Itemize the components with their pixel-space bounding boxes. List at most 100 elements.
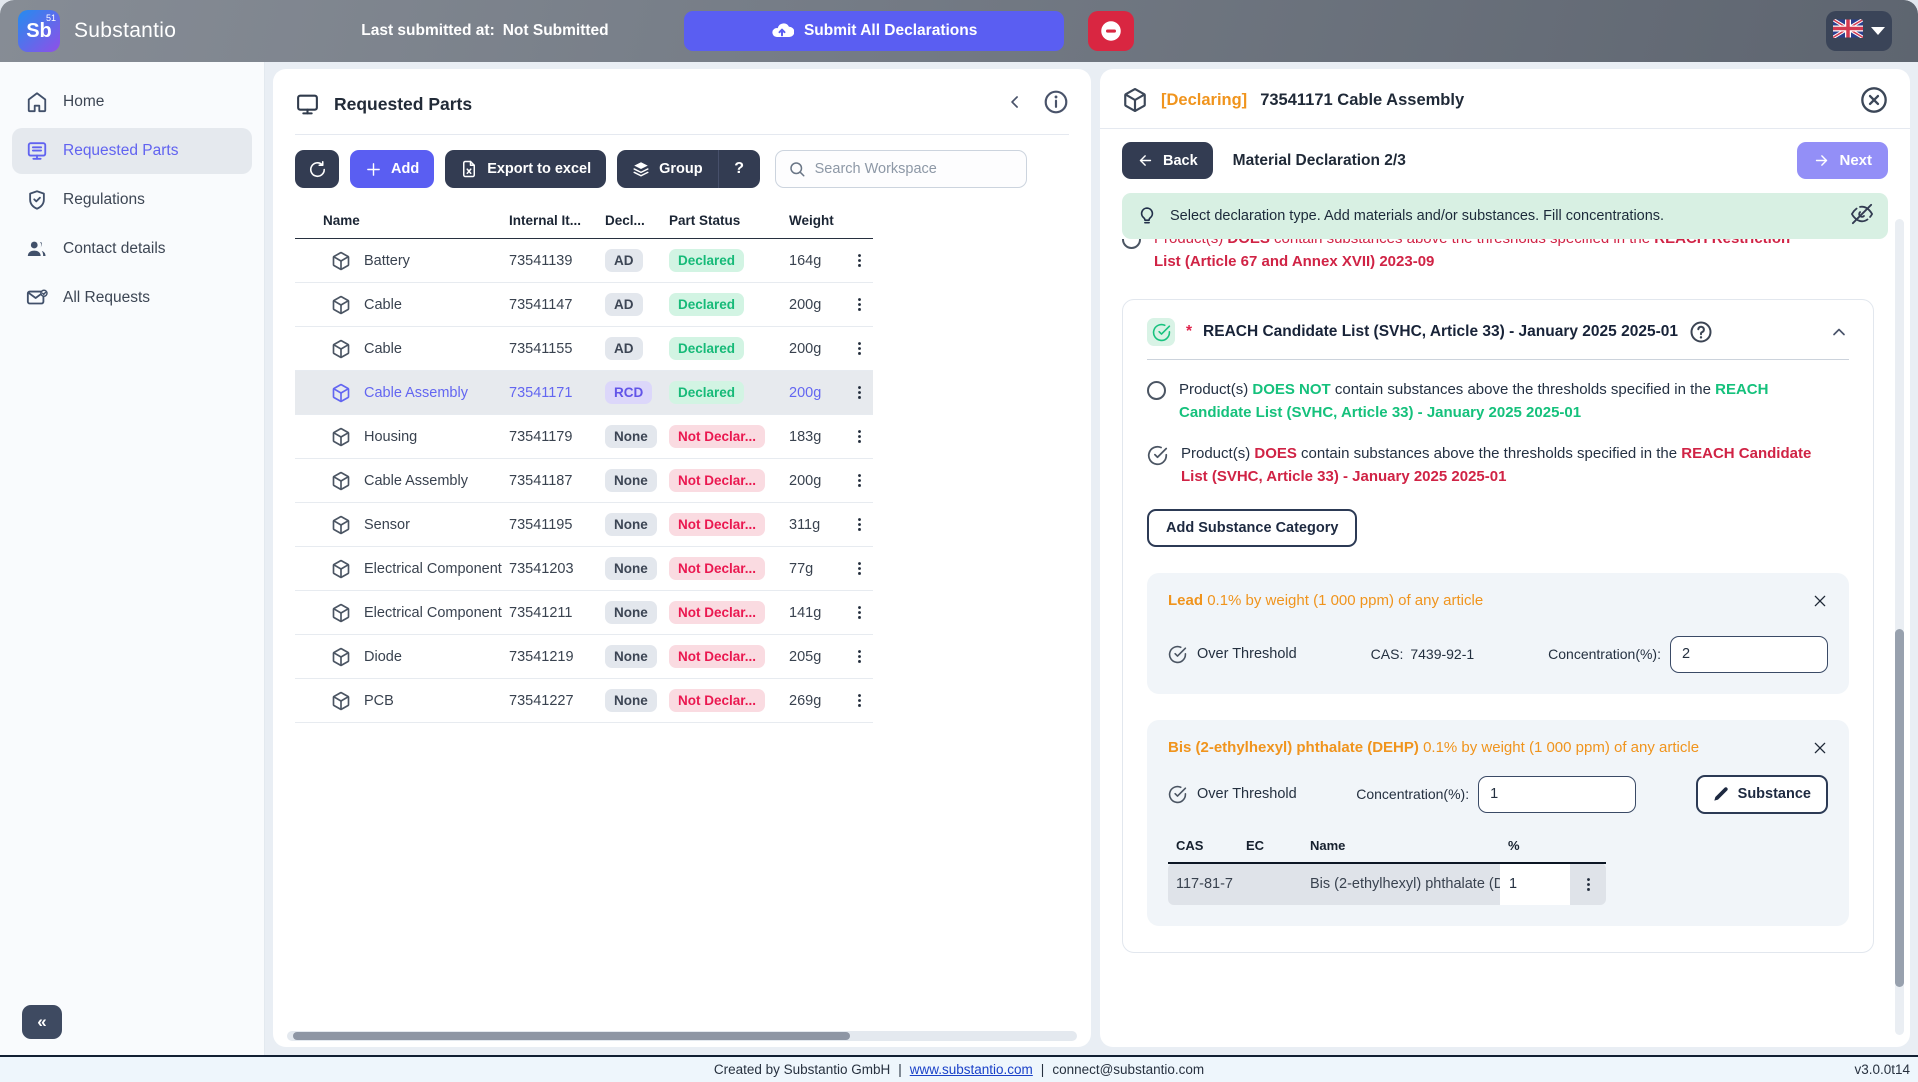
collapse-panel-chevron-left-icon[interactable] — [1005, 92, 1025, 117]
search-input[interactable] — [814, 161, 1014, 177]
status-badge: Declared — [669, 249, 745, 272]
horizontal-scrollbar-thumb[interactable] — [293, 1032, 850, 1040]
group-button[interactable]: Group — [617, 150, 718, 188]
sidebar-item-all-requests[interactable]: All Requests — [12, 275, 252, 321]
submit-all-declarations-button[interactable]: Submit All Declarations — [683, 11, 1064, 51]
next-button[interactable]: Next — [1797, 142, 1888, 179]
remove-substance-x-icon[interactable] — [1812, 737, 1828, 756]
row-menu-kebab-icon[interactable] — [845, 252, 873, 269]
row-menu-kebab-icon[interactable] — [845, 340, 873, 357]
percent-input[interactable] — [1500, 863, 1570, 905]
option-text: contain substances above the thresholds … — [1330, 381, 1716, 398]
concentration-label: Concentration(%): — [1356, 786, 1470, 802]
help-button[interactable]: ? — [717, 150, 760, 188]
table-row[interactable]: PCB 73541227 None Not Declar... 269g — [295, 678, 873, 723]
collapse-section-chevron-up-icon[interactable] — [1829, 322, 1849, 342]
app-logo: Sb 51 — [18, 10, 60, 52]
table-row-selected[interactable]: Cable Assembly 73541171 RCD Declared 200… — [295, 370, 873, 415]
cas-label: CAS: — [1370, 646, 1404, 663]
declaration-title: 73541171 Cable Assembly — [1260, 90, 1465, 109]
refresh-button[interactable] — [295, 150, 339, 188]
table-row[interactable]: Battery 73541139 AD Declared 164g — [295, 238, 873, 283]
table-row[interactable]: Electrical Component 73541211 None Not D… — [295, 590, 873, 635]
sidebar-item-regulations[interactable]: Regulations — [12, 177, 252, 223]
decl-badge: None — [605, 601, 657, 624]
table-row[interactable]: Cable 73541147 AD Declared 200g — [295, 282, 873, 327]
language-selector[interactable] — [1826, 11, 1892, 51]
sidebar-item-home[interactable]: Home — [12, 79, 252, 125]
concentration-input[interactable] — [1669, 635, 1828, 673]
substance-ec — [1238, 862, 1302, 905]
part-name: Diode — [364, 648, 402, 665]
table-row[interactable]: Cable Assembly 73541187 None Not Declar.… — [295, 458, 873, 503]
row-menu-kebab-icon[interactable] — [845, 692, 873, 709]
row-menu-kebab-icon[interactable] — [845, 296, 873, 313]
horizontal-scrollbar[interactable] — [287, 1031, 1077, 1041]
footer-separator: | — [898, 1062, 902, 1077]
remove-substance-x-icon[interactable] — [1812, 590, 1828, 609]
stop-button[interactable] — [1087, 11, 1134, 51]
candidate-option-does[interactable]: Product(s) DOES contain substances above… — [1147, 443, 1837, 488]
part-name: Sensor — [364, 516, 410, 533]
back-button-label: Back — [1163, 152, 1198, 169]
table-row[interactable]: Sensor 73541195 None Not Declar... 311g — [295, 502, 873, 547]
over-threshold[interactable]: Over Threshold — [1168, 645, 1297, 664]
sidebar-item-requested-parts[interactable]: Requested Parts — [12, 128, 252, 174]
add-substance-category-button[interactable]: Add Substance Category — [1147, 509, 1358, 547]
add-button-label: Add — [391, 161, 420, 177]
part-name: PCB — [364, 692, 394, 709]
row-menu-kebab-icon[interactable] — [845, 472, 873, 489]
box-icon — [331, 339, 351, 359]
substance-card-dehp: Bis (2-ethylhexyl) phthalate (DEHP) 0.1%… — [1147, 719, 1849, 926]
status-badge: Not Declar... — [669, 469, 766, 492]
table-row[interactable]: Housing 73541179 None Not Declar... 183g — [295, 414, 873, 459]
export-to-excel-button[interactable]: Export to excel — [445, 150, 607, 188]
sidebar-item-contact-details[interactable]: Contact details — [12, 226, 252, 272]
option-text: Product(s) — [1181, 445, 1255, 462]
mail-check-icon — [26, 287, 48, 309]
status-badge: Declared — [669, 293, 745, 316]
radio-unchecked-icon[interactable] — [1122, 239, 1141, 249]
users-icon — [26, 238, 48, 260]
app-name: Substantio — [74, 19, 177, 42]
restriction-option[interactable]: Product(s) DOES contain substances above… — [1122, 239, 1812, 273]
back-button[interactable]: Back — [1122, 142, 1213, 179]
close-panel-x-circle-icon[interactable] — [1860, 86, 1888, 114]
column-internal-item: Internal It... — [509, 204, 605, 239]
table-row[interactable]: Diode 73541219 None Not Declar... 205g — [295, 634, 873, 679]
radio-unchecked-icon[interactable] — [1147, 381, 1166, 400]
parts-toolbar: Add Export to excel Group ? Search Works… — [295, 150, 1069, 188]
row-menu-kebab-icon[interactable] — [845, 428, 873, 445]
substance-button[interactable]: Substance — [1695, 774, 1828, 814]
substance-cas: 117-81-7 — [1168, 862, 1238, 905]
substance-row-menu-kebab-icon[interactable] — [1578, 876, 1598, 893]
substance-row-name: Bis (2-ethylhexyl) phthalate (DEHP) — [1302, 862, 1500, 905]
info-icon[interactable] — [1043, 89, 1069, 120]
box-icon — [331, 427, 351, 447]
row-menu-kebab-icon[interactable] — [845, 604, 873, 621]
declaration-scroll-area: Product(s) DOES contain substances above… — [1100, 239, 1910, 1047]
decl-badge: None — [605, 425, 657, 448]
radio-checked-icon[interactable] — [1147, 445, 1168, 474]
decl-badge: AD — [605, 249, 643, 272]
footer-website-link[interactable]: www.substantio.com — [910, 1062, 1033, 1077]
row-menu-kebab-icon[interactable] — [845, 560, 873, 577]
table-row[interactable]: Electrical Component 73541203 None Not D… — [295, 546, 873, 591]
table-row[interactable]: Cable 73541155 AD Declared 200g — [295, 326, 873, 371]
column-weight: Weight — [789, 204, 845, 239]
part-name: Cable Assembly — [364, 472, 468, 489]
sidebar-collapse-button[interactable]: « — [22, 1005, 62, 1039]
search-workspace — [774, 150, 1027, 188]
over-threshold[interactable]: Over Threshold — [1168, 785, 1297, 804]
vertical-scrollbar-thumb[interactable] — [1895, 629, 1904, 987]
concentration-input[interactable] — [1478, 775, 1637, 813]
candidate-option-does-not[interactable]: Product(s) DOES NOT contain substances a… — [1147, 379, 1837, 424]
row-menu-kebab-icon[interactable] — [845, 516, 873, 533]
box-icon — [331, 559, 351, 579]
row-menu-kebab-icon[interactable] — [845, 648, 873, 665]
row-menu-kebab-icon[interactable] — [845, 384, 873, 401]
question-circle-icon[interactable] — [1689, 320, 1713, 344]
eye-off-icon[interactable] — [1851, 203, 1873, 229]
weight: 200g — [789, 458, 845, 503]
add-button[interactable]: Add — [350, 150, 435, 188]
